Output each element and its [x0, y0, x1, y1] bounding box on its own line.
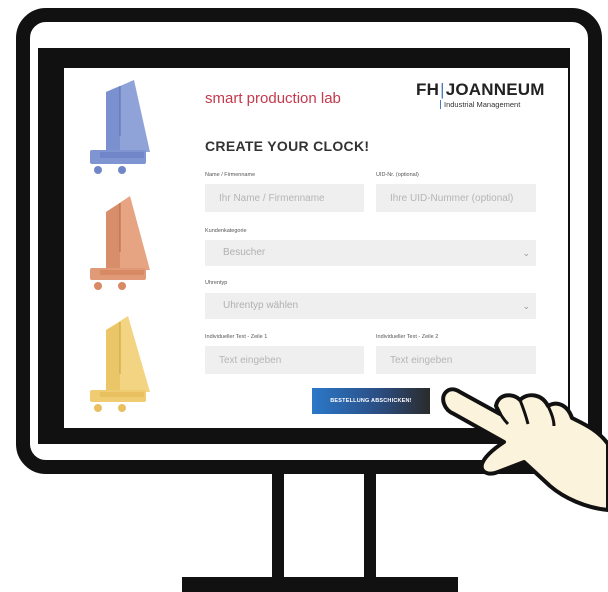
monitor-stand-left — [272, 474, 284, 580]
clock-orange-image — [90, 196, 150, 290]
submit-order-button[interactable]: BESTELLUNG ABSCHICKEN! — [312, 388, 430, 414]
logo-divider: | — [440, 80, 445, 99]
text1-label: Individueller Text - Zeile 1 — [205, 334, 268, 340]
uid-input[interactable] — [376, 184, 536, 212]
lab-logo: smart production lab — [205, 90, 341, 107]
form-title: CREATE YOUR CLOCK! — [205, 138, 370, 154]
clock-yellow-image — [90, 316, 150, 412]
category-label: Kundenkategorie — [205, 228, 247, 234]
university-logo: FH|JOANNEUM Industrial Management — [416, 80, 545, 109]
pointing-hand-icon — [441, 387, 608, 512]
monitor-base — [182, 577, 458, 592]
category-select[interactable]: Besucher ⌄ — [205, 240, 536, 266]
clocktype-select[interactable]: Uhrentyp wählen ⌄ — [205, 293, 536, 319]
chevron-down-icon: ⌄ — [522, 248, 530, 258]
name-input[interactable] — [205, 184, 364, 212]
chevron-down-icon: ⌄ — [522, 301, 530, 311]
uid-label: UID-Nr. (optional) — [376, 172, 419, 178]
clocktype-value: Uhrentyp wählen — [223, 300, 299, 311]
text2-input[interactable] — [376, 346, 536, 374]
monitor-stand-right — [364, 474, 376, 580]
logo-fh-text: FH — [416, 80, 440, 99]
logo-name-text: JOANNEUM — [445, 80, 545, 99]
clocktype-label: Uhrentyp — [205, 280, 228, 286]
text1-input[interactable] — [205, 346, 364, 374]
logo-sub-text: Industrial Management — [440, 100, 545, 109]
clock-blue-image — [90, 80, 150, 174]
text2-label: Individueller Text - Zeile 2 — [376, 334, 439, 340]
category-value: Besucher — [223, 247, 266, 258]
monitor-screen: smart production lab FH|JOANNEUM Industr… — [64, 68, 568, 428]
name-label: Name / Firmenname — [205, 172, 256, 178]
